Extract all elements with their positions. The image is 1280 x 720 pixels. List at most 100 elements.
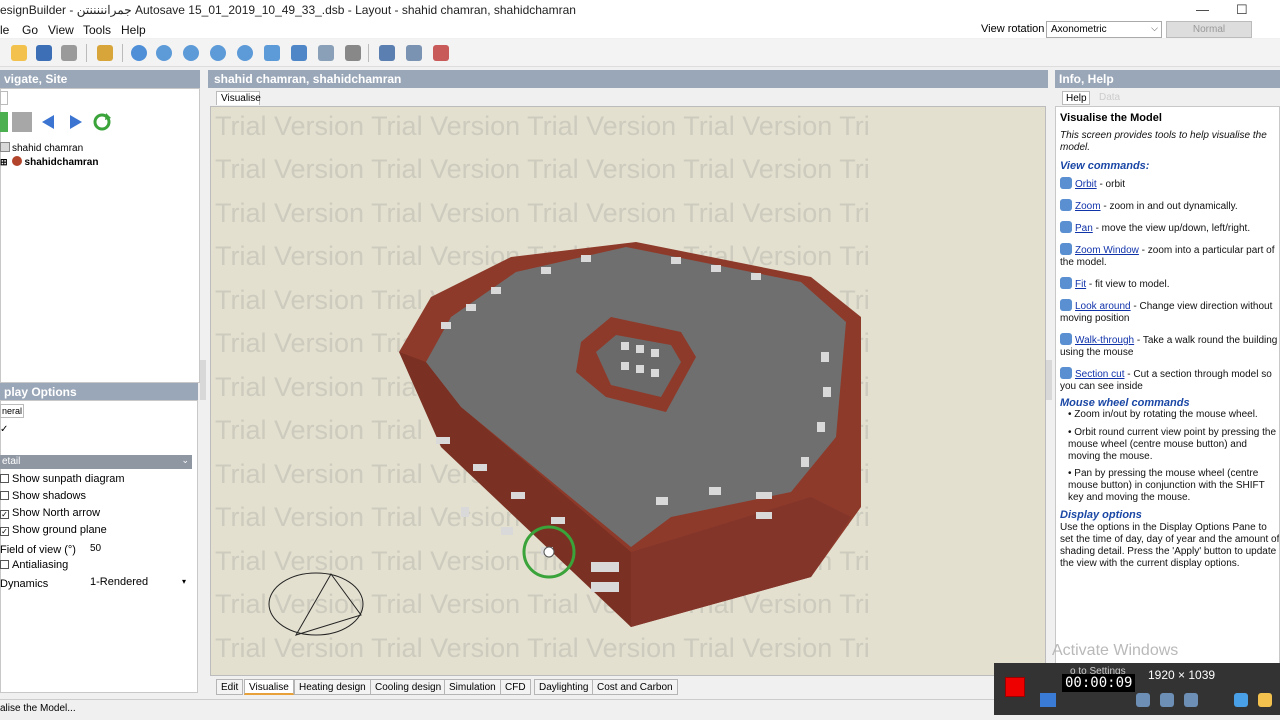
nav-grid-icon[interactable] [12,112,32,132]
orbit-icon[interactable] [128,42,150,64]
site-icon [0,142,10,152]
view-commands-title: View commands: [1060,160,1150,172]
look-around-link[interactable]: Look around [1075,301,1131,312]
pan-link[interactable]: Pan [1075,223,1093,234]
tab-visualise[interactable]: Visualise [244,679,294,695]
general-tab[interactable]: neral [0,404,24,418]
section-cut-link[interactable]: Section cut [1075,369,1124,380]
speaker-icon[interactable] [1136,693,1150,707]
back-arrow-icon[interactable] [38,112,58,132]
nav-green-icon[interactable] [0,112,8,132]
fit-icon[interactable] [234,42,256,64]
walk-through-icon[interactable] [288,42,310,64]
orbit-link[interactable]: Orbit [1075,179,1097,190]
zoom-icon [1060,199,1072,211]
help-cmd-fit: Fit - fit view to model. [1060,277,1278,291]
show-sunpath-option[interactable]: Show sunpath diagram [0,473,125,485]
antialiasing-checkbox[interactable] [0,560,9,569]
mouse-wheel-orbit: Orbit round current view point by pressi… [1068,427,1277,462]
section-cut-icon[interactable] [315,42,337,64]
shadows-checkbox[interactable] [0,491,9,500]
tab-simulation[interactable]: Simulation [444,679,501,695]
zoom-link[interactable]: Zoom [1075,201,1101,212]
north-arrow-label: Show North arrow [12,507,101,519]
look-around-icon[interactable] [261,42,283,64]
maximize-icon[interactable]: ☐ [1236,2,1248,18]
pan-icon[interactable] [180,42,202,64]
report-icon[interactable] [430,42,452,64]
fov-input[interactable]: 50 [88,542,188,556]
zoom-icon[interactable] [153,42,175,64]
expand-icon[interactable]: ⊞ [0,157,8,167]
walk-through-link[interactable]: Walk-through [1075,335,1134,346]
folder-icon[interactable] [1258,693,1272,707]
record-stop-button[interactable] [1005,677,1025,697]
save-icon[interactable] [33,42,55,64]
ground-plane-checkbox[interactable]: ✓ [0,527,9,536]
show-shadows-option[interactable]: Show shadows [0,490,86,502]
fit-link[interactable]: Fit [1075,279,1086,290]
dynamics-select[interactable]: 1-Rendered ▾ [88,576,188,590]
detail-section-bar[interactable]: etail ⌄ [0,455,192,469]
zoom-window-icon[interactable] [207,42,229,64]
visualise-top-tab[interactable]: Visualise [216,91,261,105]
toolbar [0,39,1280,67]
mouse-wheel-item: • Zoom in/out by rotating the mouse whee… [1068,409,1258,420]
open-folder-icon[interactable] [8,42,30,64]
view-rotation-select[interactable]: Axonometric ⌵ [1046,21,1162,38]
webcam-icon[interactable] [1184,693,1198,707]
menu-view[interactable]: View [48,23,74,37]
pause-button[interactable] [1040,693,1056,707]
image-icon[interactable] [403,42,425,64]
menu-tools[interactable]: Tools [83,23,111,37]
zoom-window-link[interactable]: Zoom Window [1075,245,1139,256]
menu-go[interactable]: Go [22,23,38,37]
minimize-icon[interactable]: — [1196,2,1209,17]
tree-site[interactable]: shahid chamran [0,142,83,154]
display-options-header: play Options [0,383,198,401]
right-splitter[interactable] [1046,360,1052,400]
apply-check-icon[interactable]: ✓ [0,424,8,435]
building-icon [11,156,22,166]
pen-icon[interactable] [1234,693,1248,707]
print-icon[interactable] [58,42,80,64]
tab-cooling-design[interactable]: Cooling design [370,679,447,695]
tab-heating-design[interactable]: Heating design [294,679,371,695]
normal-button[interactable]: Normal [1166,21,1252,38]
help-heading: Visualise the Model [1060,112,1162,124]
mouse-wheel-pan: Pan by pressing the mouse wheel (centre … [1068,468,1265,503]
collapse-icon[interactable]: ⌄ [181,455,189,466]
detail-section-label: etail [2,456,21,467]
tab-edit[interactable]: Edit [216,679,244,695]
north-arrow-checkbox[interactable]: ✓ [0,510,9,519]
refresh-icon[interactable] [92,112,112,132]
look-around-icon [1060,299,1072,311]
tree-building[interactable]: ⊞ shahidchamran [0,156,98,168]
shadows-label: Show shadows [12,490,86,502]
tab-data[interactable]: Data [1096,91,1124,105]
fov-label: Field of view (°) [0,544,76,556]
show-ground-plane-option[interactable]: ✓ Show ground plane [0,524,107,536]
menu-help[interactable]: Help [121,23,146,37]
chevron-down-icon: ⌵ [1151,23,1158,33]
forward-arrow-icon[interactable] [66,112,86,132]
export-icon[interactable] [376,42,398,64]
microphone-icon[interactable] [1160,693,1174,707]
navigate-tab[interactable] [0,91,8,105]
tab-cfd[interactable]: CFD [500,679,531,695]
show-north-arrow-option[interactable]: ✓ Show North arrow [0,507,100,519]
wrench-icon[interactable] [94,42,116,64]
help-cmd-walk-through: Walk-through - Take a walk round the bui… [1060,333,1278,359]
menu-file[interactable]: le [0,23,9,37]
tab-cost-and-carbon[interactable]: Cost and Carbon [592,679,678,695]
dynamics-value: 1-Rendered [90,576,149,588]
tab-help[interactable]: Help [1062,91,1090,105]
left-splitter[interactable] [200,360,206,400]
render-icon[interactable] [342,42,364,64]
antialiasing-option[interactable]: Antialiasing [0,559,68,571]
display-options-help-title: Display options [1060,509,1142,521]
3d-viewport[interactable]: Trial Version Trial Version Trial Versio… [210,106,1046,676]
activate-windows-watermark: Activate Windows [1052,642,1179,659]
tab-daylighting[interactable]: Daylighting [534,679,594,695]
sunpath-checkbox[interactable] [0,474,9,483]
